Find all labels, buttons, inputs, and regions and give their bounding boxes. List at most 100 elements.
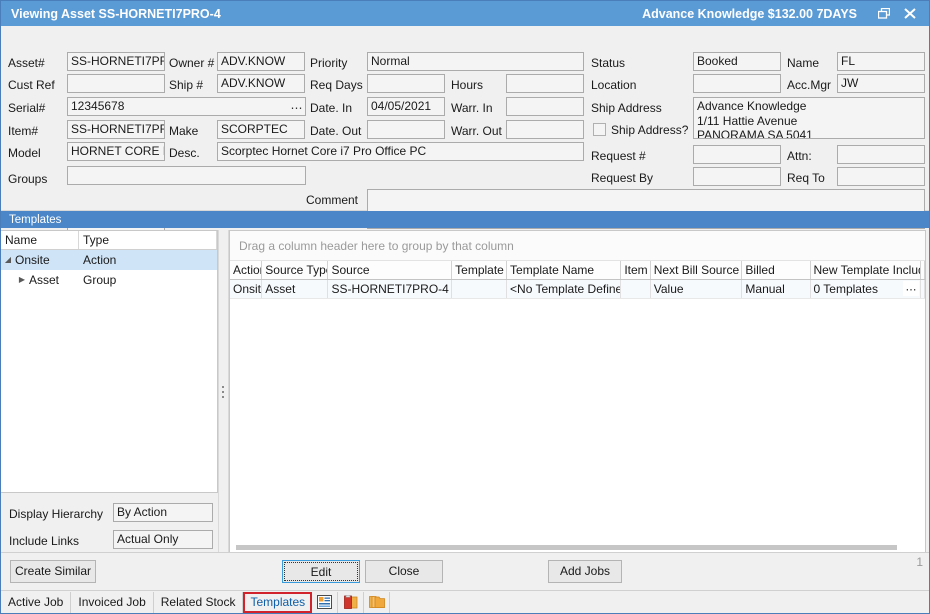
req-to-label: Req To bbox=[787, 171, 825, 185]
tab-invoiced-job[interactable]: Invoiced Job bbox=[71, 592, 153, 613]
tree-row-asset-name-cell: ▶ Asset bbox=[1, 273, 79, 287]
request-by-input[interactable] bbox=[693, 167, 781, 186]
request-by-label: Request By bbox=[591, 171, 653, 185]
asset-form: Asset# Cust Ref Serial# Item# Model Grou… bbox=[1, 26, 929, 211]
desc-input[interactable]: Scorptec Hornet Core i7 Pro Office PC bbox=[217, 142, 584, 161]
tab-related-stock[interactable]: Related Stock bbox=[154, 592, 244, 613]
include-links-select[interactable]: Actual Only bbox=[113, 530, 213, 549]
grid-col-template-name[interactable]: Template Name bbox=[507, 261, 621, 279]
ship-no-label: Ship # bbox=[169, 78, 203, 92]
status-input[interactable]: Booked bbox=[693, 52, 781, 71]
cell-lookup-button[interactable]: ⋯ bbox=[903, 281, 919, 296]
pane-splitter[interactable] bbox=[218, 230, 229, 554]
grid-col-billed[interactable]: Billed bbox=[742, 261, 810, 279]
grid-header-row: Action Source Type Source Template # Tem… bbox=[230, 261, 925, 280]
cell-item bbox=[621, 280, 650, 298]
tree-column-type[interactable]: Type bbox=[79, 231, 217, 249]
cell-source: SS-HORNETI7PRO-4 bbox=[328, 280, 452, 298]
date-in-input[interactable]: 04/05/2021 bbox=[367, 97, 445, 116]
cell-billed: Manual bbox=[742, 280, 810, 298]
asset-window: Viewing Asset SS-HORNETI7PRO-4 Advance K… bbox=[0, 0, 930, 614]
grid-col-template-no[interactable]: Template # bbox=[452, 261, 507, 279]
expander-expanded-icon[interactable]: ◢ bbox=[1, 253, 15, 267]
tree-column-name[interactable]: Name bbox=[1, 231, 79, 249]
cell-overflow: N bbox=[921, 280, 925, 298]
ship-address-label: Ship Address bbox=[591, 101, 662, 115]
priority-input[interactable]: Normal bbox=[367, 52, 584, 71]
groups-input[interactable] bbox=[67, 166, 306, 185]
model-label: Model bbox=[8, 146, 41, 160]
location-input[interactable] bbox=[693, 74, 781, 93]
ship-no-input[interactable]: ADV.KNOW bbox=[217, 74, 305, 93]
item-no-input[interactable]: SS-HORNETI7PRO bbox=[67, 120, 165, 139]
serial-no-label: Serial# bbox=[8, 101, 45, 115]
ship-address-checkbox-label: Ship Address? bbox=[611, 123, 688, 137]
make-input[interactable]: SCORPTEC bbox=[217, 120, 305, 139]
serial-no-input[interactable]: 12345678 bbox=[67, 97, 306, 116]
ship-address-input[interactable]: Advance Knowledge 1/11 Hattie Avenue PAN… bbox=[693, 97, 925, 139]
grid-col-action[interactable]: Action bbox=[230, 261, 262, 279]
tree-header-row: Name Type bbox=[1, 231, 217, 250]
close-button[interactable]: Close bbox=[365, 560, 443, 583]
table-row[interactable]: Onsite Asset SS-HORNETI7PRO-4 <No Templa… bbox=[230, 280, 925, 299]
expander-collapsed-icon[interactable]: ▶ bbox=[15, 273, 29, 287]
cell-next-bill-source: Value bbox=[651, 280, 743, 298]
owner-no-input[interactable]: ADV.KNOW bbox=[217, 52, 305, 71]
stacked-folders-icon[interactable] bbox=[364, 592, 390, 613]
req-days-input[interactable] bbox=[367, 74, 445, 93]
create-similar-button[interactable]: Create Similar bbox=[10, 560, 96, 583]
name-label: Name bbox=[787, 56, 819, 70]
window-title: Viewing Asset SS-HORNETI7PRO-4 bbox=[11, 7, 221, 21]
groups-label: Groups bbox=[8, 172, 47, 186]
name-input[interactable]: FL bbox=[837, 52, 925, 71]
edit-button[interactable]: Edit bbox=[282, 560, 360, 583]
grid-col-source[interactable]: Source bbox=[328, 261, 452, 279]
model-input[interactable]: HORNET CORE I7 bbox=[67, 142, 165, 161]
tree-row-onsite[interactable]: ◢ Onsite Action bbox=[1, 250, 217, 270]
tab-active-job[interactable]: Active Job bbox=[1, 592, 71, 613]
tree-row-asset[interactable]: ▶ Asset Group bbox=[1, 270, 217, 290]
ship-address-checkbox[interactable] bbox=[593, 123, 606, 136]
grid-col-source-type[interactable]: Source Type bbox=[262, 261, 328, 279]
serial-no-lookup-button[interactable]: ⋯ bbox=[288, 98, 305, 115]
warr-out-input[interactable] bbox=[506, 120, 584, 139]
cell-template-name: <No Template Defined> bbox=[507, 280, 621, 298]
tree-row-asset-label: Asset bbox=[29, 273, 59, 287]
restore-icon[interactable] bbox=[871, 3, 897, 24]
form-view-icon[interactable] bbox=[312, 592, 338, 613]
dialog-button-bar: Create Similar Edit Close Add Jobs 1 bbox=[1, 552, 929, 590]
hours-label: Hours bbox=[451, 78, 483, 92]
window-titlebar: Viewing Asset SS-HORNETI7PRO-4 Advance K… bbox=[1, 1, 929, 26]
acc-mgr-label: Acc.Mgr bbox=[787, 78, 831, 92]
request-no-input[interactable] bbox=[693, 145, 781, 164]
grid-col-item[interactable]: Item bbox=[621, 261, 650, 279]
tree-row-onsite-name-cell: ◢ Onsite bbox=[1, 253, 79, 267]
cust-ref-label: Cust Ref bbox=[8, 78, 55, 92]
attn-label: Attn: bbox=[787, 149, 812, 163]
add-jobs-button[interactable]: Add Jobs bbox=[548, 560, 622, 583]
warr-in-label: Warr. In bbox=[451, 101, 493, 115]
date-out-input[interactable] bbox=[367, 120, 445, 139]
grid-scrollbar-thumb[interactable] bbox=[236, 545, 897, 550]
attn-input[interactable] bbox=[837, 145, 925, 164]
acc-mgr-input[interactable]: JW bbox=[837, 74, 925, 93]
grid-col-overflow[interactable]: O bbox=[921, 261, 925, 279]
template-tree[interactable]: Name Type ◢ Onsite Action ▶ Asset bbox=[1, 230, 218, 493]
include-links-label: Include Links bbox=[9, 534, 79, 548]
priority-label: Priority bbox=[310, 56, 347, 70]
asset-no-input[interactable]: SS-HORNETI7PRO bbox=[67, 52, 165, 71]
hours-input[interactable] bbox=[506, 74, 584, 93]
grid-horizontal-scrollbar[interactable] bbox=[231, 543, 924, 552]
grid-col-new-template-includes[interactable]: New Template Includes bbox=[811, 261, 922, 279]
close-icon[interactable] bbox=[897, 3, 923, 24]
asset-no-label: Asset# bbox=[8, 56, 45, 70]
grid-col-next-bill-source[interactable]: Next Bill Source bbox=[651, 261, 743, 279]
clipboard-icon[interactable] bbox=[338, 592, 364, 613]
warr-in-input[interactable] bbox=[506, 97, 584, 116]
tab-templates[interactable]: Templates bbox=[243, 592, 312, 613]
req-to-input[interactable] bbox=[837, 167, 925, 186]
display-hierarchy-select[interactable]: By Action bbox=[113, 503, 213, 522]
grid-group-panel[interactable]: Drag a column header here to group by th… bbox=[230, 231, 925, 261]
cust-ref-input[interactable] bbox=[67, 74, 165, 93]
date-out-label: Date. Out bbox=[310, 124, 361, 138]
